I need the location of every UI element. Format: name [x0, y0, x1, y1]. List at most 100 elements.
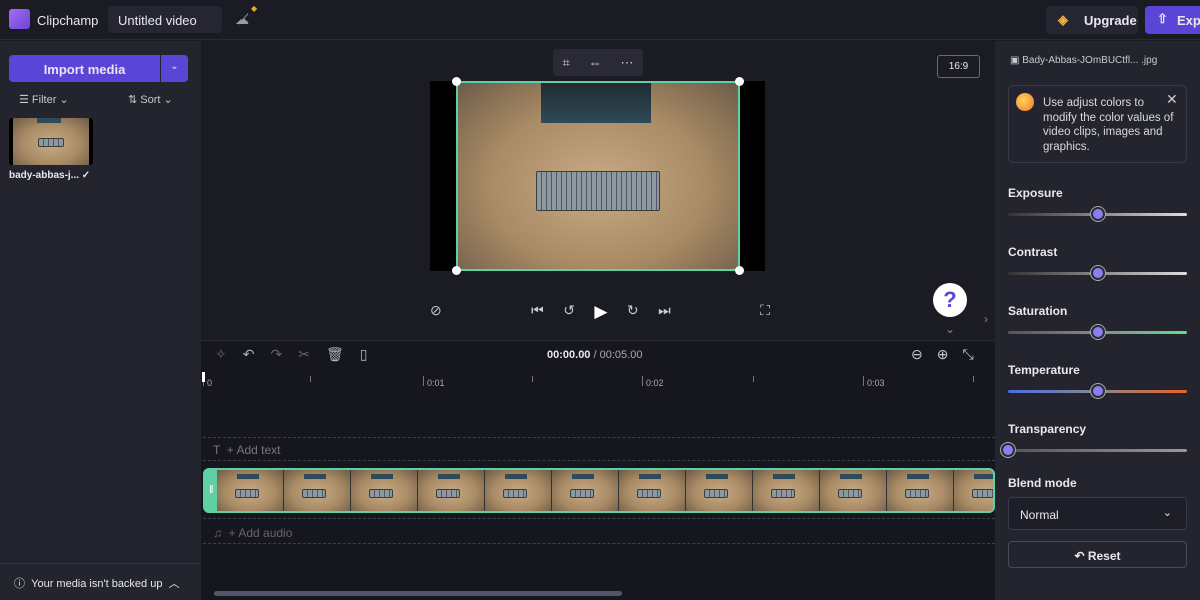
fit-timeline-icon[interactable]: ⤡	[962, 346, 973, 363]
resize-handle[interactable]	[452, 266, 461, 275]
blend-mode-select[interactable]: Normal ⌄	[1008, 497, 1187, 530]
contrast-slider[interactable]	[1008, 266, 1187, 280]
add-text-track[interactable]: T + Add text	[213, 443, 281, 457]
tick-label: 0:03	[863, 376, 885, 388]
image-icon: ▣	[1010, 55, 1023, 66]
slider-thumb[interactable]	[1090, 384, 1105, 398]
export-label: Export	[1177, 13, 1200, 28]
slider-thumb[interactable]	[1001, 443, 1015, 457]
time-ruler[interactable]: 0 0:01 0:02 0:03	[201, 372, 995, 392]
reset-label: Reset	[1087, 549, 1121, 563]
import-dropdown-chevron-icon[interactable]: ⌄	[161, 55, 188, 82]
zoom-controls: ⊖ ⊕ ⤡	[911, 346, 974, 363]
zoom-in-icon[interactable]: ⊕	[937, 346, 949, 363]
preview-toolbar: ⌗ ⇔ ⋯	[553, 49, 643, 76]
clip-frame	[284, 470, 351, 511]
blend-mode-value: Normal	[1020, 508, 1059, 522]
track-divider	[203, 518, 995, 519]
chevron-down-icon[interactable]: ⌄	[945, 322, 955, 336]
tick-minor	[973, 376, 977, 382]
selection-frame[interactable]	[452, 77, 744, 275]
rewind-5-icon[interactable]: ↺	[563, 302, 575, 322]
resize-handle[interactable]	[452, 77, 461, 86]
close-icon[interactable]: ✕	[1166, 91, 1178, 108]
blend-mode-label: Blend mode	[1008, 476, 1077, 490]
aspect-ratio-button[interactable]: 16:9	[937, 55, 980, 78]
more-icon[interactable]: ⋯	[621, 55, 634, 71]
add-text-label: + Add text	[226, 443, 281, 457]
clip-frame	[552, 470, 619, 511]
playhead[interactable]	[202, 372, 205, 382]
sort-button[interactable]: ⇅ Sort ⌄	[128, 93, 173, 106]
clip-frame	[418, 470, 485, 511]
crop-icon[interactable]: ⌗	[562, 55, 569, 71]
cloud-offline-icon[interactable]: ☁̸	[235, 11, 249, 28]
slider-label: Exposure	[1008, 186, 1063, 200]
media-item-name[interactable]: bady-abbas-j... ✓	[9, 170, 90, 181]
clip-frame	[954, 470, 993, 511]
delete-icon[interactable]: 🗑	[326, 346, 344, 363]
help-button[interactable]: ?	[933, 283, 967, 317]
project-title-input[interactable]: Untitled video	[108, 6, 222, 33]
resize-handle[interactable]	[735, 77, 744, 86]
undo-icon[interactable]: ↶	[243, 346, 255, 363]
text-icon: T	[213, 443, 221, 457]
clip-frame	[820, 470, 887, 511]
clip-trim-handle[interactable]: ‖	[209, 484, 214, 496]
clip-frame	[485, 470, 552, 511]
clip-frame	[753, 470, 820, 511]
slider-thumb[interactable]	[1090, 325, 1105, 339]
fit-icon[interactable]: ⇔	[589, 55, 602, 70]
timeline-scrollbar[interactable]	[214, 591, 622, 596]
play-icon[interactable]: ▶	[594, 302, 607, 322]
saturation-slider[interactable]	[1008, 325, 1187, 339]
reset-button[interactable]: ↶ Reset	[1008, 541, 1187, 568]
clipchamp-logo	[9, 9, 30, 29]
resize-handle[interactable]	[735, 266, 744, 275]
tick-label: 0:01	[423, 376, 445, 388]
transparency-slider[interactable]	[1001, 443, 1187, 457]
magic-icon[interactable]: ✧	[215, 346, 227, 363]
add-media-icon[interactable]: ▯	[360, 346, 368, 363]
current-time: 00:00.00	[547, 349, 591, 361]
upgrade-label: Upgrade	[1084, 13, 1137, 28]
add-audio-track[interactable]: ♫ + Add audio	[213, 526, 292, 540]
slider-label: Saturation	[1008, 304, 1068, 318]
emoji-icon	[1016, 93, 1034, 111]
clip-frame	[217, 470, 284, 511]
media-thumbnail[interactable]	[9, 118, 93, 165]
clip-frame	[619, 470, 686, 511]
info-icon: ⓘ	[14, 578, 29, 590]
total-time: / 00:05.00	[593, 349, 643, 361]
tick-minor	[532, 376, 536, 382]
temperature-slider[interactable]	[1008, 384, 1187, 398]
tick-label: 0:02	[642, 376, 664, 388]
slider-label: Temperature	[1008, 363, 1080, 377]
backup-status[interactable]: ⓘ Your media isn't backed up ︿	[0, 563, 201, 600]
skip-back-icon[interactable]: ⏮	[531, 302, 544, 322]
video-clip[interactable]: ‖	[203, 468, 995, 513]
collapse-right-panel-icon[interactable]: ›	[984, 312, 988, 326]
upgrade-button[interactable]: ◈ Upgrade	[1046, 6, 1138, 34]
clip-frame	[686, 470, 753, 511]
cut-icon[interactable]: ✂	[298, 346, 310, 363]
camera-off-icon[interactable]: ⊘	[430, 302, 442, 322]
chevron-down-icon: ⌄	[1162, 507, 1172, 519]
slider-thumb[interactable]	[1090, 266, 1105, 280]
slider-thumb[interactable]	[1090, 207, 1105, 221]
skip-forward-icon[interactable]: ⏭	[658, 302, 671, 322]
music-note-icon: ♫	[213, 526, 222, 540]
media-name: bady-abbas-j...	[9, 170, 80, 181]
import-media-button[interactable]: Import media	[9, 55, 160, 82]
tick-minor	[310, 376, 314, 382]
redo-icon[interactable]: ↷	[270, 346, 282, 363]
add-audio-label: + Add audio	[228, 526, 293, 540]
time-display: 00:00.00 / 00:05.00	[547, 349, 642, 361]
fullscreen-icon[interactable]: ⛶	[760, 302, 770, 322]
exposure-slider[interactable]	[1008, 207, 1187, 221]
file-name: ▣ Bady-Abbas-JOmBUCtfl... .jpg	[1010, 55, 1157, 66]
zoom-out-icon[interactable]: ⊖	[911, 346, 923, 363]
filter-button[interactable]: ☰ Filter ⌄	[19, 93, 69, 106]
forward-5-icon[interactable]: ↻	[627, 302, 639, 322]
export-button[interactable]: ⇧ Export	[1145, 6, 1200, 34]
